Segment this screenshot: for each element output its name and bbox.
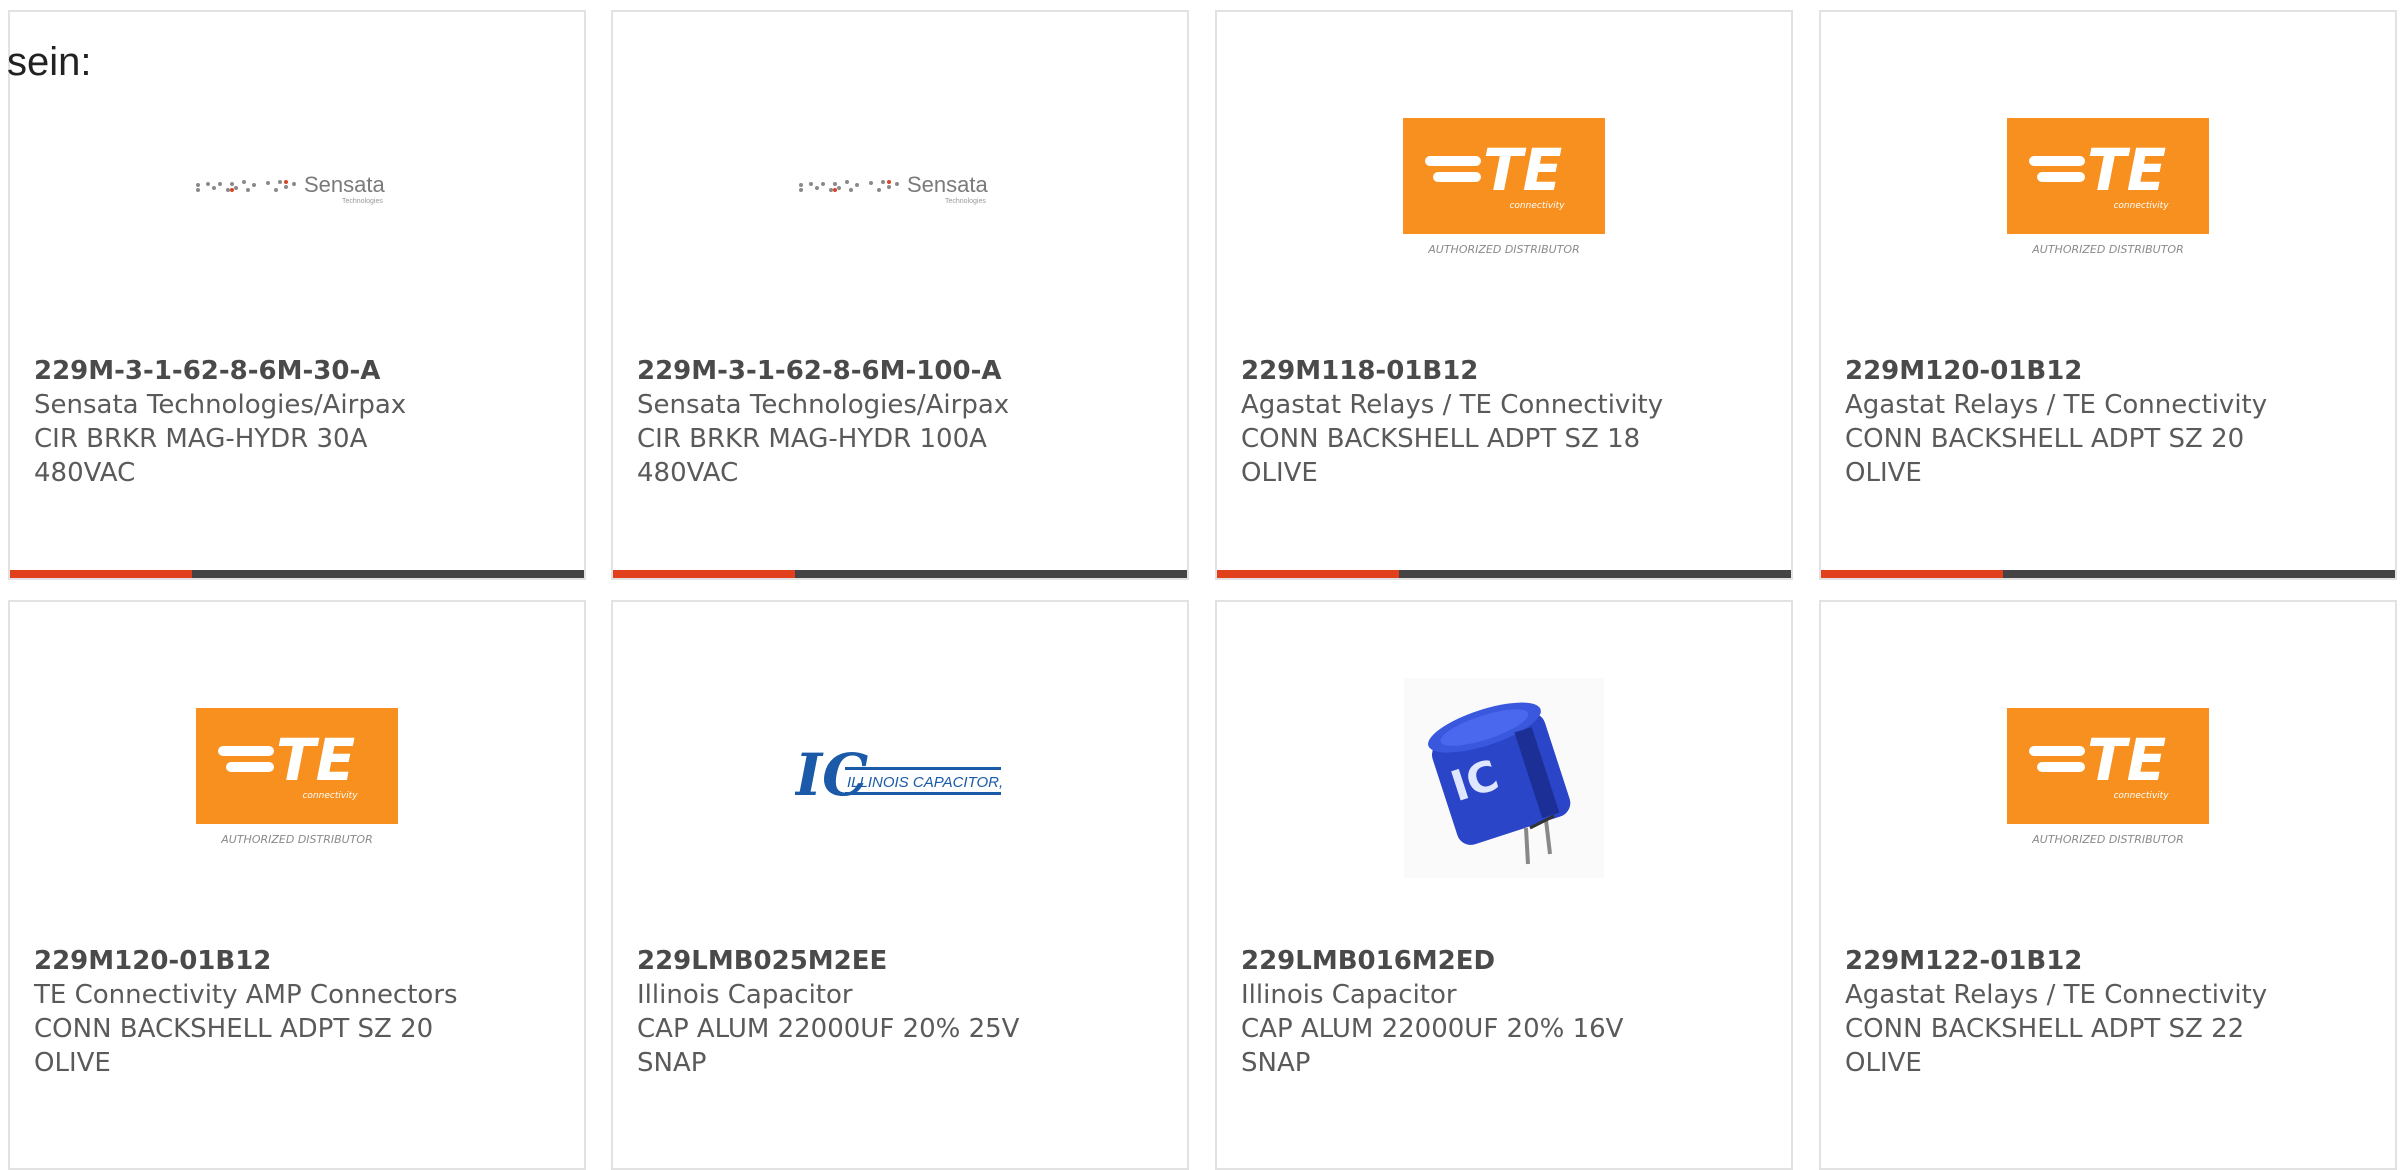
te-sub: connectivity [2113,201,2169,211]
manufacturer: Agastat Relays / TE Connectivity [1845,390,2268,420]
sensata-logo-text: Sensata [907,172,988,197]
card-bottom-bar [1217,570,1791,578]
sensata-logo-text: Sensata [304,172,385,197]
te-tagline: AUTHORIZED DISTRIBUTOR [2031,833,2184,846]
sensata-logo: Sensata Technologies [613,108,1187,268]
description: CAP ALUM 22000UF 20% 16V SNAP [1241,1014,1624,1078]
te-tagline: AUTHORIZED DISTRIBUTOR [1427,243,1580,256]
te-tagline: AUTHORIZED DISTRIBUTOR [2031,243,2184,256]
sensata-logo-sub: Technologies [342,198,383,205]
intro-text: sein: [7,40,92,84]
te-sub: connectivity [2113,791,2169,801]
te-mark: TE [2087,726,2166,794]
part-number[interactable]: 229M120-01B12 [1845,354,2375,388]
product-card[interactable]: TE connectivity AUTHORIZED DISTRIBUTOR 2… [1215,10,1793,580]
ic-logo-text: ILLINOIS CAPACITOR, INC. [847,774,1005,791]
product-card[interactable]: Sensata Technologies 229M-3-1-62-8-6M-10… [611,10,1189,580]
ic-logo: IC ILLINOIS CAPACITOR, INC. [613,698,1187,858]
manufacturer: Sensata Technologies/Airpax [34,390,407,420]
sensata-logo-sub: Technologies [945,198,986,205]
product-card[interactable]: IC 229LMB016M2ED Illinois Capacitor CAP … [1215,600,1793,1170]
part-number[interactable]: 229M118-01B12 [1241,354,1771,388]
te-logo: TE connectivity AUTHORIZED DISTRIBUTOR [1217,108,1791,268]
manufacturer: Sensata Technologies/Airpax [637,390,1010,420]
manufacturer: Agastat Relays / TE Connectivity [1845,980,2268,1010]
manufacturer: Illinois Capacitor [637,980,853,1010]
te-logo: TE connectivity AUTHORIZED DISTRIBUTOR [10,698,584,858]
manufacturer: Illinois Capacitor [1241,980,1457,1010]
description: CONN BACKSHELL ADPT SZ 20 OLIVE [1845,424,2245,488]
manufacturer: TE Connectivity AMP Connectors [34,980,458,1010]
capacitor-photo: IC [1217,678,1791,878]
product-card[interactable]: TE connectivity AUTHORIZED DISTRIBUTOR 2… [8,600,586,1170]
te-sub: connectivity [302,791,358,801]
card-accent-segment [613,570,795,578]
part-number[interactable]: 229LMB025M2EE [637,944,1167,978]
product-card[interactable]: TE connectivity AUTHORIZED DISTRIBUTOR 2… [1819,10,2397,580]
card-bottom-bar [10,570,584,578]
te-sub: connectivity [1509,201,1565,211]
card-bottom-bar [1821,570,2395,578]
description: CONN BACKSHELL ADPT SZ 18 OLIVE [1241,424,1641,488]
description: CONN BACKSHELL ADPT SZ 20 OLIVE [34,1014,434,1078]
te-mark: TE [1483,136,1562,204]
card-bottom-bar [613,570,1187,578]
card-accent-segment [1217,570,1399,578]
description: CIR BRKR MAG-HYDR 30A 480VAC [34,424,368,488]
product-card[interactable]: IC ILLINOIS CAPACITOR, INC. 229LMB025M2E… [611,600,1189,1170]
description: CIR BRKR MAG-HYDR 100A 480VAC [637,424,987,488]
sensata-logo: Sensata Technologies [10,108,584,268]
te-logo: TE connectivity AUTHORIZED DISTRIBUTOR [1821,108,2395,268]
description: CAP ALUM 22000UF 20% 25V SNAP [637,1014,1020,1078]
part-number[interactable]: 229M120-01B12 [34,944,564,978]
part-number[interactable]: 229M-3-1-62-8-6M-100-A [637,354,1167,388]
product-card[interactable]: Sensata Technologies 229M-3-1-62-8-6M-30… [8,10,586,580]
card-accent-segment [1821,570,2003,578]
product-grid: Sensata Technologies 229M-3-1-62-8-6M-30… [0,0,2400,1170]
te-tagline: AUTHORIZED DISTRIBUTOR [220,833,373,846]
description: CONN BACKSHELL ADPT SZ 22 OLIVE [1845,1014,2245,1078]
te-mark: TE [2087,136,2166,204]
part-number[interactable]: 229M-3-1-62-8-6M-30-A [34,354,564,388]
te-logo: TE connectivity AUTHORIZED DISTRIBUTOR [1821,698,2395,858]
part-number[interactable]: 229M122-01B12 [1845,944,2375,978]
part-number[interactable]: 229LMB016M2ED [1241,944,1771,978]
manufacturer: Agastat Relays / TE Connectivity [1241,390,1664,420]
te-mark: TE [276,726,355,794]
product-card[interactable]: TE connectivity AUTHORIZED DISTRIBUTOR 2… [1819,600,2397,1170]
card-accent-segment [10,570,192,578]
